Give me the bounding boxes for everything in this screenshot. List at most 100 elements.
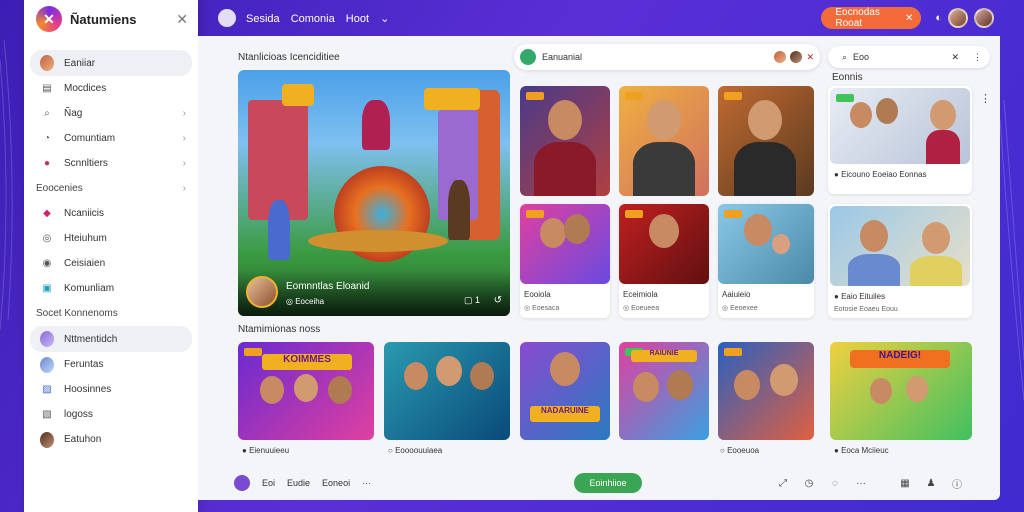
channel-icon (520, 49, 536, 65)
comment-icon[interactable]: ◌ (828, 476, 842, 490)
grid-icon[interactable]: ▦ (898, 476, 912, 490)
sidebar-item-mocdices[interactable]: ▤ Mocdices (24, 76, 198, 101)
more-icon[interactable]: ⋮ (980, 92, 991, 105)
person-illustration (404, 362, 428, 390)
search-input[interactable]: Eoo (853, 52, 945, 62)
featured-overlay: Eomnntlas Eloanid ◎ Eoceiha ▢ 1 ↺ (238, 270, 510, 316)
sidebar-section-eoocenies[interactable]: Eoocenies › (24, 176, 198, 201)
video-tile[interactable]: NADEIG! (830, 342, 972, 440)
video-tile[interactable] (520, 86, 610, 196)
menu-icon[interactable] (218, 9, 236, 27)
search-bar[interactable]: ⌕ Eoo ✕ ⋮ (828, 46, 990, 68)
sidebar-item-nag[interactable]: ⌕ Ñag › (24, 101, 198, 126)
person-illustration (328, 376, 352, 404)
sidebar-item-komunliam[interactable]: ▣ Komunliam (24, 276, 198, 301)
nav-item[interactable]: Sesida (246, 13, 280, 25)
document-icon: ▤ (42, 83, 52, 94)
bottom-bar-right: ⤢ ◷ ◌ ··· ▦ ♟ ⓘ (764, 476, 964, 491)
nav-item[interactable]: Comonia (291, 13, 335, 25)
close-icon[interactable]: ✕ (176, 11, 188, 28)
profile-icon[interactable] (234, 475, 250, 491)
channel-bar[interactable]: Eanuanial ✕ (514, 44, 820, 70)
expand-icon[interactable]: ⤢ (776, 476, 790, 490)
top-bar: Sesida Comonia Hoot ⌄ Eocnodas Rooat ✕ ◐ (198, 0, 1024, 36)
share-icon[interactable]: ↺ (494, 295, 502, 306)
video-meta: ◎ Eoeueea (623, 305, 660, 312)
sidebar-item-ceisiaien[interactable]: ◉ Ceisiaien (24, 251, 198, 276)
sidebar-section-label: Eoocenies (36, 183, 83, 194)
info-icon[interactable]: ⓘ (950, 476, 964, 491)
person-illustration (770, 364, 798, 396)
sidebar-item-nttmentidch[interactable]: Nttmentidch (30, 326, 192, 352)
badge (244, 348, 262, 356)
video-tile[interactable]: KOIMMES (238, 342, 374, 440)
featured-title: Eomnntlas Eloanid (286, 281, 370, 292)
sidebar-item-feruntas[interactable]: Feruntas (24, 352, 198, 377)
chevron-right-icon: › (182, 108, 186, 119)
sidebar-item-eatuhon[interactable]: Eatuhon (24, 427, 198, 452)
chevron-down-icon[interactable]: ⌄ (380, 13, 389, 25)
cta-button[interactable]: Eocnodas Rooat ✕ (821, 7, 922, 29)
video-tile[interactable] (619, 86, 709, 196)
sidebar-item-label: Mocdices (64, 83, 107, 94)
person-illustration (744, 214, 772, 246)
video-tile[interactable] (718, 342, 814, 440)
primary-action-button[interactable]: Eoinhiioe (574, 473, 642, 493)
right-card[interactable]: ● Eicouno Eoeiao Eonnas (828, 86, 972, 194)
camera-icon: ◎ (42, 233, 52, 244)
chevron-right-icon: › (182, 133, 186, 144)
more-icon[interactable]: ··· (362, 478, 371, 488)
avatar (40, 431, 54, 448)
sidebar-item-hoosinnes[interactable]: ▨ Hoosinnes (24, 377, 198, 402)
sidebar-item-ncaniicis[interactable]: ◆ Ncaniicis (24, 201, 198, 226)
video-thumbnail (619, 204, 709, 284)
person-illustration (436, 356, 462, 386)
person-illustration (772, 234, 790, 254)
channel-label: Eanuanial (542, 52, 583, 62)
avatar[interactable] (974, 8, 994, 28)
video-tile[interactable]: RAIUNIE (619, 342, 709, 440)
character-illustration (362, 100, 390, 150)
person-illustration (734, 370, 760, 400)
sidebar-item-hteiuhum[interactable]: ◎ Hteiuhum (24, 226, 198, 251)
video-card[interactable]: Eceimiola ◎ Eoeueea (619, 204, 709, 318)
clock-icon[interactable]: ◷ (802, 476, 816, 490)
video-meta-text: Eeoexee (730, 305, 758, 312)
more-icon[interactable]: ··· (854, 476, 868, 490)
video-tile[interactable] (718, 86, 814, 196)
user-icon[interactable]: ♟ (924, 476, 938, 490)
bottom-nav-item[interactable]: Eudie (287, 478, 310, 488)
featured-subtitle-text: Eoceiha (295, 297, 325, 306)
notification-icon[interactable]: ◐ (935, 12, 942, 24)
video-tile[interactable] (384, 342, 510, 440)
image-icon: ▨ (42, 384, 52, 395)
video-caption-text: Eoooouuiaea (395, 446, 443, 455)
bottom-nav-item[interactable]: Eoi (262, 478, 275, 488)
sidebar-item-profile[interactable]: Eaniiar (30, 50, 192, 76)
close-icon[interactable]: ✕ (806, 52, 814, 63)
sidebar-item-label: Komunliam (64, 283, 115, 294)
avatar[interactable] (948, 8, 968, 28)
person-illustration (860, 220, 888, 252)
avatar (40, 55, 54, 71)
app-logo-icon: ✕ (36, 6, 62, 32)
sidebar-item-label: Ncaniicis (64, 208, 105, 219)
bottom-nav-item[interactable]: Eoneoi (322, 478, 350, 488)
right-card[interactable]: ● Eaio Eituiles Eotosie Eoaeu Eouu (828, 204, 972, 318)
person-illustration (649, 214, 679, 248)
sidebar-item-comuntiam[interactable]: ◔ Comuntiam › (24, 126, 198, 151)
video-card[interactable]: Eooiola ◎ Eoesaca (520, 204, 610, 318)
bottom-bar: Eoi Eudie Eoneoi ··· Eoinhiioe ⤢ ◷ ◌ ···… (198, 466, 1000, 500)
more-icon[interactable]: ⋮ (973, 52, 982, 63)
video-thumbnail (718, 204, 814, 284)
sidebar-item-scnnltiers[interactable]: ● Scnnltiers › (24, 151, 198, 176)
video-tile[interactable]: NADARUINE (520, 342, 610, 440)
sidebar-item-logoss[interactable]: ▧ logoss (24, 402, 198, 427)
video-card[interactable]: Aaiuieio ◎ Eeoexee (718, 204, 814, 318)
right-column-title: Eonnis (832, 72, 863, 83)
sidebar-item-label: Feruntas (64, 359, 104, 370)
featured-card[interactable]: Eomnntlas Eloanid ◎ Eoceiha ▢ 1 ↺ (238, 70, 510, 316)
right-card-meta: Eotosie Eoaeu Eouu (834, 306, 898, 313)
close-icon[interactable]: ✕ (951, 52, 959, 63)
nav-item[interactable]: Hoot (346, 13, 369, 25)
